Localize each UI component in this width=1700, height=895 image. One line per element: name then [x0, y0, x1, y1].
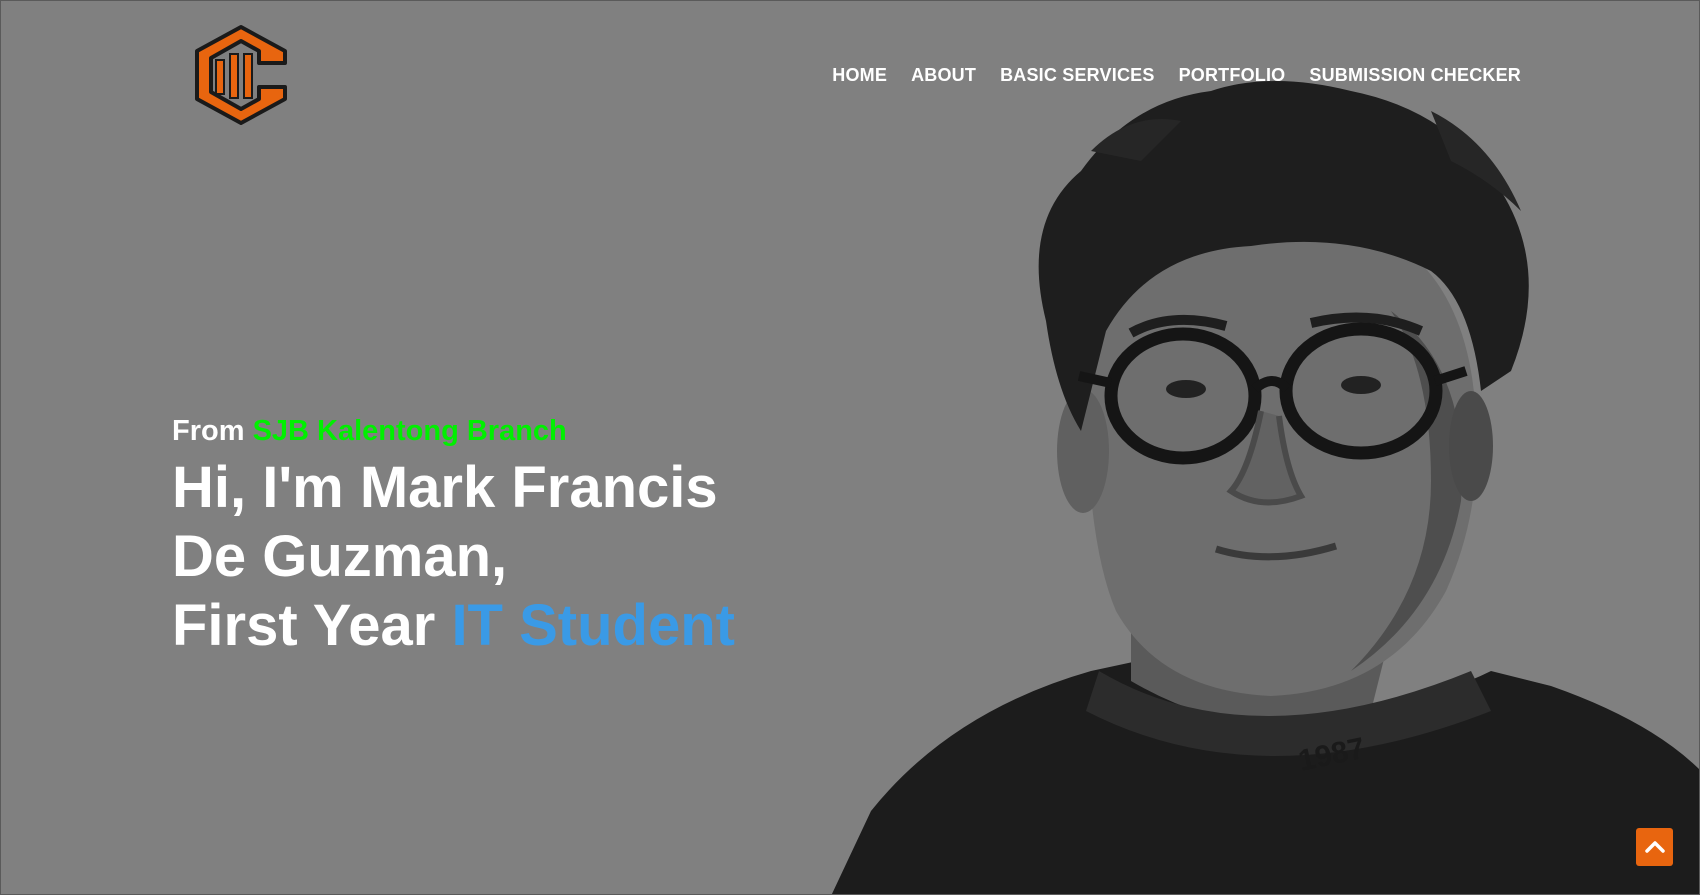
scroll-to-top-button[interactable] [1636, 828, 1673, 866]
hero-section: From SJB Kalentong Branch Hi, I'm Mark F… [172, 413, 852, 660]
chevron-up-icon [1644, 841, 1665, 853]
nav-link-portfolio[interactable]: PORTFOLIO [1179, 65, 1286, 86]
hero-branch-name: SJB Kalentong Branch [252, 415, 567, 447]
hero-from-line: From SJB Kalentong Branch [172, 413, 852, 449]
nav-link-home[interactable]: HOME [832, 65, 887, 86]
profile-portrait-image: 1987 [831, 81, 1699, 894]
hero-heading-line3-prefix: First Year [172, 593, 452, 658]
hero-heading: Hi, I'm Mark Francis De Guzman, First Ye… [172, 453, 852, 660]
hero-role: IT Student [451, 593, 735, 658]
hero-heading-line1: Hi, I'm Mark Francis [172, 455, 718, 520]
nav-link-submission-checker[interactable]: SUBMISSION CHECKER [1309, 65, 1521, 86]
nav-link-about[interactable]: ABOUT [911, 65, 976, 86]
site-logo[interactable] [189, 23, 293, 127]
main-nav: HOME ABOUT BASIC SERVICES PORTFOLIO SUBM… [832, 65, 1521, 86]
landing-page: 1987 HOME ABOUT BASIC SERVICES PORTFOLIO… [0, 0, 1700, 895]
nav-link-basic-services[interactable]: BASIC SERVICES [1000, 65, 1155, 86]
hero-from-prefix: From [172, 415, 253, 447]
hero-heading-line2: De Guzman, [172, 524, 508, 589]
